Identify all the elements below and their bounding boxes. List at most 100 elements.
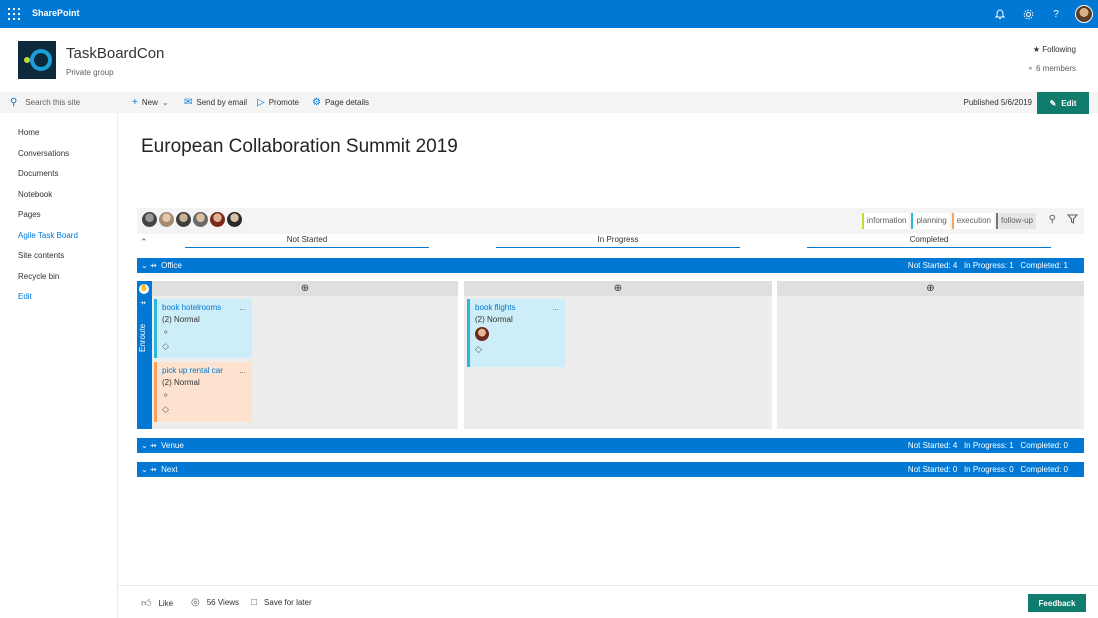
send-label: Send by email (196, 98, 247, 107)
tag-planning[interactable]: planning (911, 213, 949, 229)
chevron-down-icon[interactable]: ⌄ (141, 441, 148, 450)
filter-icon[interactable] (1067, 214, 1078, 227)
more-options-button[interactable]: ... (239, 303, 246, 312)
avatar[interactable] (227, 212, 242, 227)
task-card[interactable]: pick up rental car ... (2) Normal ⚬ ◇ (154, 362, 252, 422)
hand-icon[interactable]: ✋ (139, 284, 149, 294)
save-label: Save for later (264, 598, 312, 607)
add-card-button[interactable]: ⊕ (464, 281, 772, 296)
megaphone-icon: ▷ (257, 97, 265, 108)
tag-icon[interactable]: ◇ (162, 341, 247, 352)
send-by-email-button[interactable]: ✉ Send by email (184, 97, 247, 108)
lane-title: Venue (161, 441, 184, 450)
views-count: ◎ 56 Views (191, 597, 239, 608)
search-icon[interactable]: ⚲ (1049, 214, 1056, 225)
card-title[interactable]: pick up rental car (162, 366, 247, 375)
pencil-icon: ✎ (1050, 99, 1057, 108)
nav-item-documents[interactable]: Documents (18, 168, 78, 189)
swimlane-next[interactable]: ⌄ ⇸ Next Not Started: 0 In Progress: 0 C… (137, 462, 1084, 477)
nav-item-conversations[interactable]: Conversations (18, 148, 78, 169)
help-icon[interactable]: ? (1042, 0, 1070, 28)
site-header: TaskBoardCon Private group ★ Following ⚬… (0, 28, 1098, 92)
pin-icon[interactable]: ⇸ (140, 299, 146, 307)
add-card-button[interactable]: ⊕ (152, 281, 458, 296)
task-card[interactable]: book hotelrooms ... (2) Normal ⚬ ◇ (154, 299, 252, 358)
like-button[interactable]: 👍︎ Like (141, 597, 173, 609)
page-footer: 👍︎ Like ◎ 56 Views □ Save for later Feed… (118, 585, 1098, 618)
lane-title: Office (161, 261, 182, 270)
avatar[interactable] (159, 212, 174, 227)
board-toolbar: information planning execution follow-up… (137, 208, 1084, 234)
add-card-button[interactable]: ⊕ (777, 281, 1084, 296)
views-label: 56 Views (207, 598, 239, 607)
card-priority: (2) Normal (162, 315, 247, 324)
new-button[interactable]: + New ⌄ (132, 97, 169, 108)
pin-icon[interactable]: ⇸ (150, 441, 157, 450)
assign-person-icon[interactable]: ⚬ (162, 327, 247, 338)
nav-item-notebook[interactable]: Notebook (18, 189, 78, 210)
promote-button[interactable]: ▷ Promote (257, 97, 299, 108)
nav-item-site-contents[interactable]: Site contents (18, 250, 78, 271)
app-launcher-icon[interactable] (6, 6, 22, 22)
suite-title[interactable]: SharePoint (32, 8, 80, 18)
profile-avatar[interactable] (1070, 0, 1098, 28)
edit-button[interactable]: ✎ Edit (1037, 92, 1089, 114)
nav-item-pages[interactable]: Pages (18, 209, 78, 230)
pin-icon[interactable]: ⇸ (150, 465, 157, 474)
nav-item-home[interactable]: Home (18, 127, 78, 148)
assign-person-icon[interactable]: ⚬ (162, 390, 247, 401)
tag-filter: information planning execution follow-up (860, 213, 1036, 229)
swimlane-venue[interactable]: ⌄ ⇸ Venue Not Started: 4 In Progress: 1 … (137, 438, 1084, 453)
bell-icon[interactable] (986, 0, 1014, 28)
card-title[interactable]: book hotelrooms (162, 303, 247, 312)
pin-icon[interactable]: ⇸ (150, 261, 157, 270)
edit-label: Edit (1061, 99, 1076, 108)
eye-icon: ◎ (191, 597, 200, 608)
nav-item-recycle-bin[interactable]: Recycle bin (18, 271, 78, 292)
avatar[interactable] (142, 212, 157, 227)
tag-icon[interactable]: ◇ (475, 344, 560, 355)
tag-information[interactable]: information (862, 213, 910, 229)
card-priority: (2) Normal (162, 378, 247, 387)
command-bar: + New ⌄ ✉ Send by email ▷ Promote ⚙ Page… (118, 92, 1098, 113)
following-button[interactable]: ★ Following (1033, 45, 1076, 54)
lane-counts: Not Started: 4 In Progress: 1 Completed:… (908, 261, 1068, 270)
feedback-button[interactable]: Feedback (1028, 594, 1086, 612)
collapse-all-icon[interactable]: ⌃ (140, 237, 148, 248)
swimlane-office[interactable]: ⌄ ⇸ Office Not Started: 4 In Progress: 1… (137, 258, 1084, 273)
promote-label: Promote (269, 98, 299, 107)
tag-follow-up[interactable]: follow-up (996, 213, 1036, 229)
lane-title: Next (161, 465, 177, 474)
avatar[interactable] (176, 212, 191, 227)
assignee-avatar[interactable] (475, 327, 489, 341)
search-box[interactable]: ⚲ Search this site (0, 92, 118, 113)
chevron-down-icon[interactable]: ⌄ (141, 261, 148, 270)
person-icon: ⚬ (1027, 64, 1034, 73)
avatar[interactable] (193, 212, 208, 227)
card-title[interactable]: book flights (475, 303, 560, 312)
column-completed: ⊕ (777, 281, 1084, 429)
suite-bar: SharePoint ? (0, 0, 1098, 28)
site-logo[interactable] (18, 41, 56, 79)
members-button[interactable]: ⚬ 6 members (1027, 64, 1076, 73)
search-input[interactable]: Search this site (25, 98, 80, 107)
site-title[interactable]: TaskBoardCon (66, 45, 164, 62)
more-options-button[interactable]: ... (239, 366, 246, 375)
gear-icon[interactable] (1014, 0, 1042, 28)
new-label: New (142, 98, 158, 107)
members-count: 6 members (1036, 64, 1076, 73)
chevron-down-icon[interactable]: ⌄ (141, 465, 148, 474)
save-for-later-button[interactable]: □ Save for later (251, 597, 312, 608)
sublane-label: Enroute (138, 338, 147, 352)
avatar[interactable] (210, 212, 225, 227)
tag-icon[interactable]: ◇ (162, 404, 247, 415)
tag-execution[interactable]: execution (952, 213, 994, 229)
task-card[interactable]: book flights ... (2) Normal ◇ (467, 299, 565, 367)
nav-list: Home Conversations Documents Notebook Pa… (18, 127, 78, 312)
more-options-button[interactable]: ... (552, 303, 559, 312)
nav-item-agile-task-board[interactable]: Agile Task Board (18, 230, 78, 251)
page-title: European Collaboration Summit 2019 (141, 136, 458, 158)
nav-edit-link[interactable]: Edit (18, 291, 78, 312)
chevron-down-icon: ⌄ (162, 98, 169, 107)
page-details-button[interactable]: ⚙ Page details (312, 97, 369, 108)
